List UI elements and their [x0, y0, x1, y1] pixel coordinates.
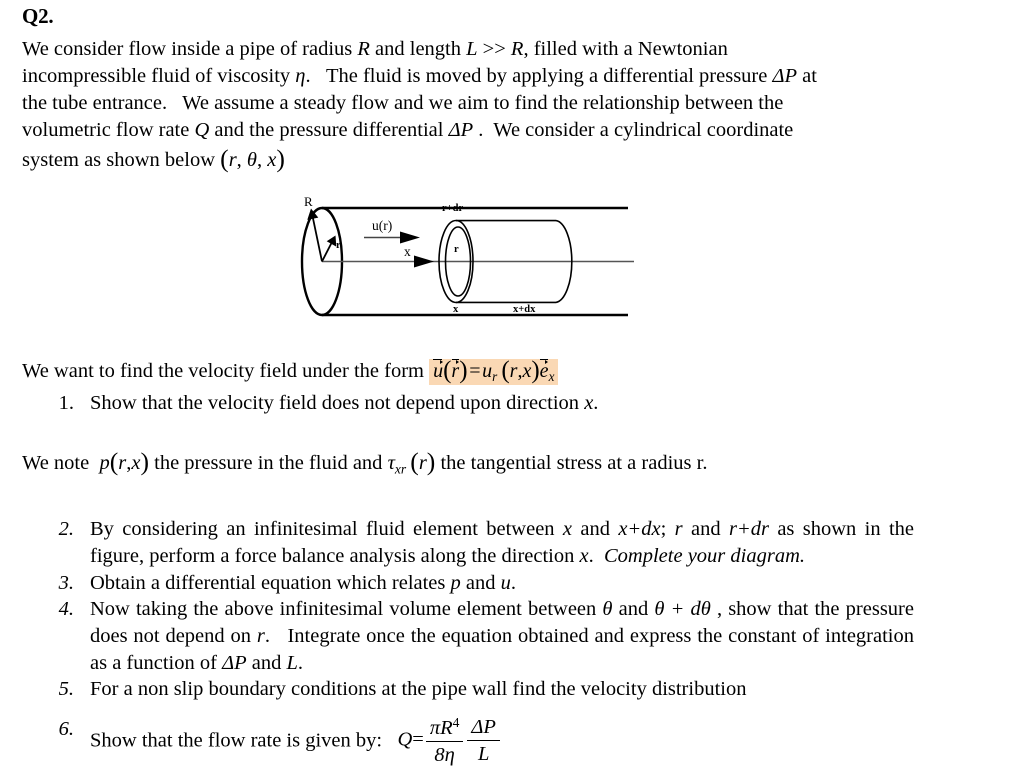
intro-line-5: system as shown below (r, θ, x)	[22, 144, 285, 174]
list-item-1: 1. Show that the velocity field does not…	[48, 390, 908, 417]
diagram-label-r-plus-dr: r+dr	[442, 203, 464, 214]
list-item-6: 6. Show that the flow rate is given by: …	[48, 715, 914, 768]
diagram-label-velocity: u(r)	[372, 218, 393, 233]
diagram-label-R: R	[304, 194, 313, 209]
velocity-arrowhead	[400, 231, 420, 244]
list-item-2-emphasis: Complete your diagram.	[604, 545, 805, 567]
formula-f1-exponent: 4	[452, 715, 460, 730]
pipe-flow-diagram: R r u(r) x r+dr r x x+dx	[296, 192, 640, 328]
note-tail: the tangential stress at a radius r.	[440, 452, 708, 474]
list-item-4-text: Now taking the above infinitesimal volum…	[90, 596, 914, 677]
list-item-2-text: By considering an infinitesimal fluid el…	[90, 516, 914, 570]
note-pressure-symbol: p(r,x)	[99, 447, 150, 477]
list-item-1-number: 1.	[58, 392, 74, 414]
flow-rate-formula: Q= πR4 8η ΔP L	[397, 715, 502, 767]
note-middle: the pressure in the fluid and	[154, 452, 383, 474]
list-item-2-number: 2.	[58, 518, 74, 540]
note-stress-symbol: τxr (r)	[387, 447, 436, 477]
list-item-4: 4. Now taking the above infinitesimal vo…	[48, 596, 914, 677]
velocity-field-statement: We want to find the velocity field under…	[22, 356, 559, 385]
diagram-label-element-x-plus-dx: x+dx	[513, 304, 536, 315]
list-item-2: 2. By considering an infinitesimal fluid…	[48, 516, 914, 570]
document-page: Q2. We consider flow inside a pipe of ra…	[0, 0, 1024, 779]
pipe-diagram-svg	[300, 206, 634, 317]
list-item-6-text: Show that the flow rate is given by: Q= π…	[90, 715, 914, 768]
diagram-label-element-x: x	[453, 304, 459, 315]
velocity-field-equation: u(r) = ur (r,x)ex	[429, 357, 559, 385]
list-item-3-text: Obtain a differential equation which rel…	[90, 572, 516, 594]
list-item-2-line-1: By considering an infinitesimal fluid el…	[90, 518, 881, 540]
formula-f1-denominator: 8η	[434, 743, 455, 766]
intro-line-3: the tube entrance. We assume a steady fl…	[22, 92, 784, 114]
list-item-5-text: For a non slip boundary conditions at th…	[90, 678, 747, 700]
list-item-3-number: 3.	[58, 572, 74, 594]
formula-f2-numerator: ΔP	[467, 716, 500, 741]
diagram-label-r: r	[336, 240, 341, 251]
list-item-4-line-1: Now taking the above infinitesimal volum…	[90, 598, 840, 620]
intro-line-2: incompressible fluid of viscosity η. The…	[22, 65, 817, 87]
list-item-6-prompt: Show that the flow rate is given by:	[90, 729, 383, 752]
formula-fraction-2: ΔP L	[467, 716, 500, 766]
list-item-5-number: 5.	[58, 678, 74, 700]
list-item-1-text: Show that the velocity field does not de…	[90, 392, 599, 414]
intro-line-4: volumetric flow rate Q and the pressure …	[22, 119, 794, 141]
pressure-stress-note: We note p(r,x) the pressure in the fluid…	[22, 446, 707, 477]
formula-lhs: Q	[397, 728, 413, 751]
note-lead: We note	[22, 452, 90, 474]
list-item-4-number: 4.	[58, 598, 74, 620]
x-axis-arrowhead	[414, 255, 434, 268]
formula-f2-denominator: L	[477, 742, 490, 765]
diagram-label-element-r: r	[454, 244, 459, 255]
formula-fraction-1: πR4 8η	[425, 715, 464, 767]
diagram-label-x-axis: x	[404, 244, 411, 259]
radius-R-arrow-line	[311, 215, 323, 262]
formula-equals: =	[412, 728, 424, 751]
formula-f1-numerator: πR4	[425, 715, 464, 742]
list-item-6-number: 6.	[58, 718, 74, 740]
list-item-5: 5. For a non slip boundary conditions at…	[48, 676, 914, 703]
intro-paragraph: We consider flow inside a pipe of radius…	[22, 36, 917, 174]
list-item-3: 3. Obtain a differential equation which …	[48, 570, 914, 597]
intro-line-1: We consider flow inside a pipe of radius…	[22, 38, 728, 60]
velocity-field-lead: We want to find the velocity field under…	[22, 360, 424, 382]
question-label: Q2.	[22, 4, 54, 28]
radius-r-arrow-line	[321, 241, 333, 262]
